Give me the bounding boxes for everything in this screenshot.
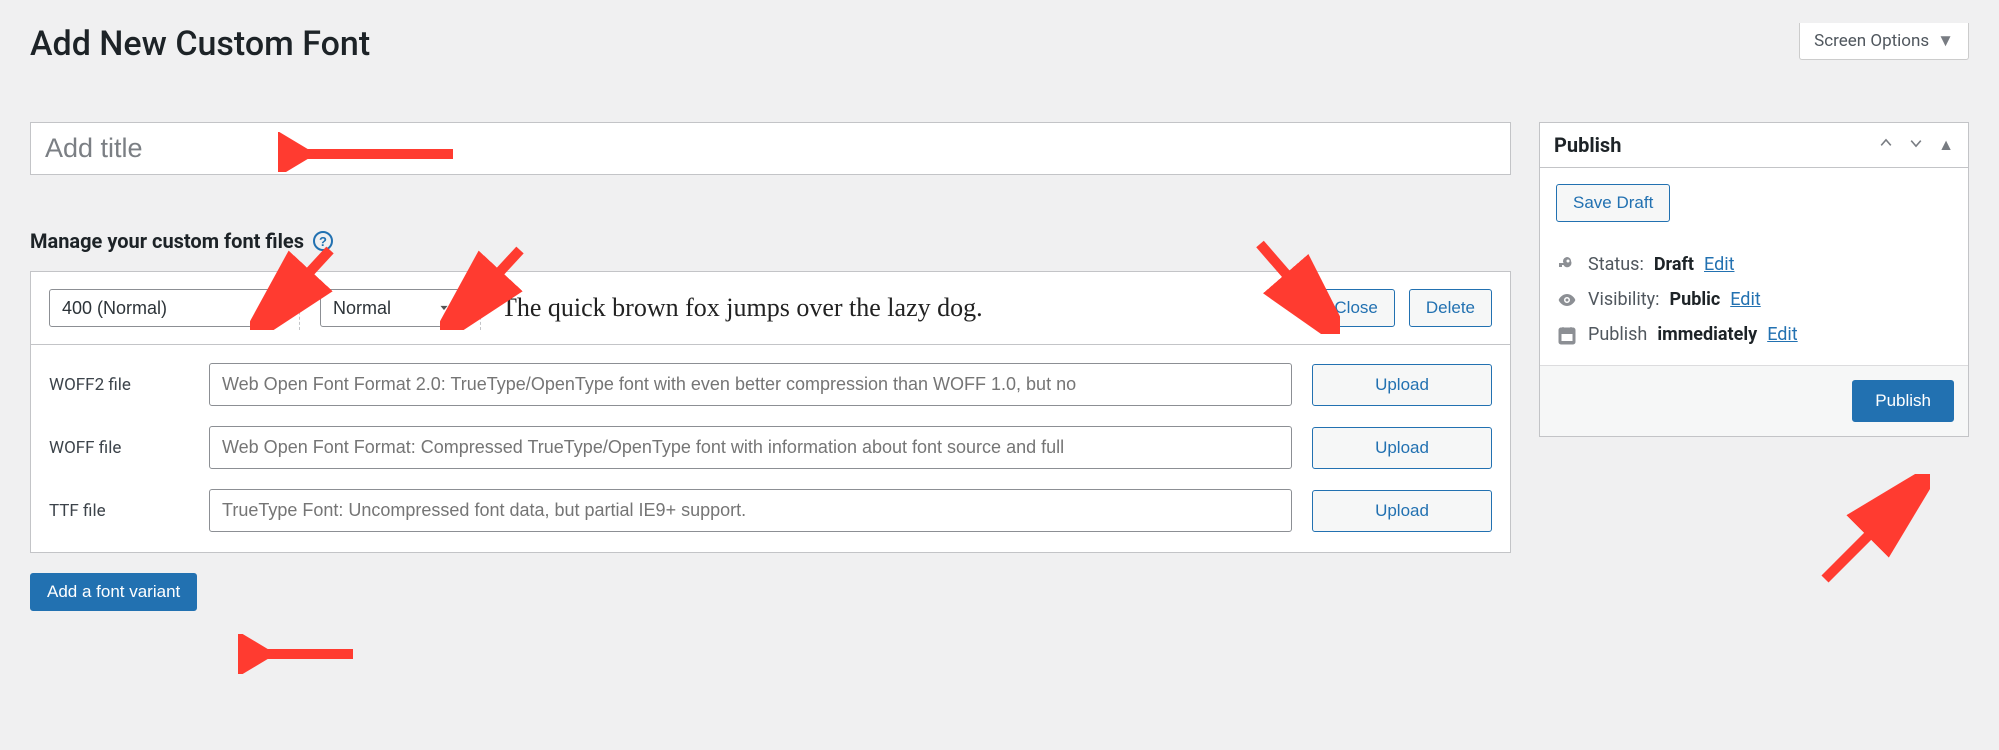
schedule-row: Publish immediately Edit [1556,324,1952,345]
edit-schedule-link[interactable]: Edit [1767,324,1797,345]
divider [480,286,481,330]
add-font-variant-button[interactable]: Add a font variant [30,573,197,611]
sidebar: Publish ▲ Save Draft Stat [1539,122,1969,437]
file-row-ttf: TTF file Upload [49,489,1492,532]
ttf-path-input[interactable] [209,489,1292,532]
status-value: Draft [1654,254,1694,275]
edit-status-link[interactable]: Edit [1704,254,1734,275]
publish-button[interactable]: Publish [1852,380,1954,422]
edit-visibility-link[interactable]: Edit [1730,289,1760,310]
status-row: Status: Draft Edit [1556,254,1952,275]
publish-actions: Publish [1540,365,1968,436]
publish-metabox: Publish ▲ Save Draft Stat [1539,122,1969,437]
delete-button[interactable]: Delete [1409,289,1492,327]
file-row-woff: WOFF file Upload [49,426,1492,469]
toggle-panel-icon[interactable]: ▲ [1938,135,1954,155]
woff-path-input[interactable] [209,426,1292,469]
font-files-block: WOFF2 file Upload WOFF file Upload TTF f… [31,344,1510,552]
publish-metabox-header: Publish ▲ [1540,123,1968,168]
publish-label: Publish [1588,324,1647,345]
file-label: WOFF2 file [49,375,189,395]
visibility-value: Public [1670,289,1721,310]
upload-button[interactable]: Upload [1312,427,1492,469]
font-style-select[interactable]: Normal [320,289,460,327]
move-up-icon[interactable] [1878,135,1894,155]
file-label: WOFF file [49,438,189,458]
manage-fonts-heading: Manage your custom font files ? [30,229,1511,253]
font-preview-text: The quick brown fox jumps over the lazy … [501,293,1303,323]
main-column: Manage your custom font files ? 400 (Nor… [30,122,1511,611]
screen-options-label: Screen Options [1814,31,1929,51]
move-down-icon[interactable] [1908,135,1924,155]
manage-fonts-heading-text: Manage your custom font files [30,229,304,253]
publish-title: Publish [1554,133,1621,157]
status-label: Status: [1588,254,1644,275]
calendar-icon [1556,325,1578,345]
visibility-row: Visibility: Public Edit [1556,289,1952,310]
upload-button[interactable]: Upload [1312,490,1492,532]
save-draft-button[interactable]: Save Draft [1556,184,1670,222]
woff2-path-input[interactable] [209,363,1292,406]
chevron-down-icon: ▼ [1937,31,1954,51]
help-icon[interactable]: ? [312,230,334,252]
key-icon [1556,255,1578,275]
title-input[interactable] [31,123,1510,174]
page-title: Add New Custom Font [30,24,1969,64]
file-label: TTF file [49,501,189,521]
variant-header: 400 (Normal) Normal The quick brown fox … [31,272,1510,344]
variant-panel: 400 (Normal) Normal The quick brown fox … [30,271,1511,553]
divider [299,286,300,330]
publish-when: immediately [1657,324,1757,345]
publish-metabox-body: Save Draft Status: Draft Edit Visibility… [1540,168,1968,365]
screen-options-tab[interactable]: Screen Options ▼ [1799,23,1969,60]
visibility-label: Visibility: [1588,289,1660,310]
upload-button[interactable]: Upload [1312,364,1492,406]
close-button[interactable]: Close [1317,289,1394,327]
svg-text:?: ? [319,234,327,249]
title-input-wrap [30,122,1511,175]
file-row-woff2: WOFF2 file Upload [49,363,1492,406]
eye-icon [1556,290,1578,310]
font-weight-select[interactable]: 400 (Normal) [49,289,279,327]
